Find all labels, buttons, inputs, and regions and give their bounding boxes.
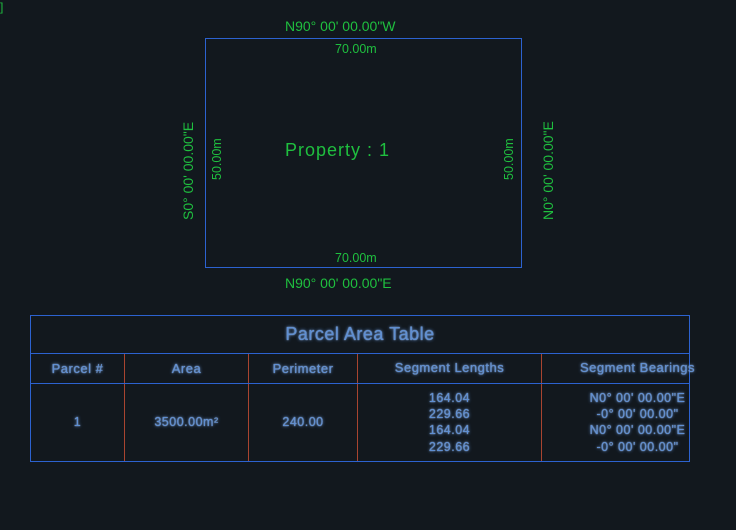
- cell-segbear: N0° 00' 00.00"E -0° 00' 00.00" N0° 00' 0…: [541, 384, 733, 461]
- bearing-top: N90° 00' 00.00"W: [285, 18, 396, 34]
- parcel-area-table: Parcel Area Table Parcel # Area Perimete…: [30, 315, 690, 462]
- table-row: 1 3500.00m² 240.00 164.04 229.66 164.04 …: [31, 383, 689, 461]
- header-parcel: Parcel #: [31, 354, 124, 383]
- segbear-2: N0° 00' 00.00"E: [590, 422, 686, 438]
- header-seglen: Segment Lengths: [357, 354, 541, 383]
- cell-area: 3500.00m²: [124, 384, 248, 461]
- segbear-0: N0° 00' 00.00"E: [590, 390, 686, 406]
- dim-left: 50.00m: [210, 138, 224, 180]
- header-area: Area: [124, 354, 248, 383]
- cad-canvas: ] N90° 00' 00.00"W 70.00m 70.00m N90° 00…: [0, 0, 736, 530]
- seglen-3: 229.66: [429, 439, 470, 455]
- segbear-1: -0° 00' 00.00": [596, 406, 678, 422]
- seglen-2: 164.04: [429, 422, 470, 438]
- seglen-1: 229.66: [429, 406, 470, 422]
- segbear-3: -0° 00' 00.00": [596, 439, 678, 455]
- property-label: Property : 1: [285, 140, 390, 161]
- cell-seglen: 164.04 229.66 164.04 229.66: [357, 384, 541, 461]
- cell-perimeter: 240.00: [248, 384, 357, 461]
- header-perimeter: Perimeter: [248, 354, 357, 383]
- dim-top: 70.00m: [335, 42, 377, 56]
- table-header-row: Parcel # Area Perimeter Segment Lengths …: [31, 353, 689, 383]
- bearing-left: S0° 00' 00.00"E: [180, 122, 196, 220]
- bracket-glyph: ]: [0, 0, 3, 14]
- dim-bottom: 70.00m: [335, 251, 377, 265]
- seglen-0: 164.04: [429, 390, 470, 406]
- cell-parcel: 1: [31, 384, 124, 461]
- table-title: Parcel Area Table: [285, 324, 434, 345]
- bearing-bottom: N90° 00' 00.00"E: [285, 275, 392, 291]
- header-segbear: Segment Bearings: [541, 354, 733, 383]
- dim-right: 50.00m: [502, 138, 516, 180]
- bearing-right: N0° 00' 00.00"E: [540, 121, 556, 220]
